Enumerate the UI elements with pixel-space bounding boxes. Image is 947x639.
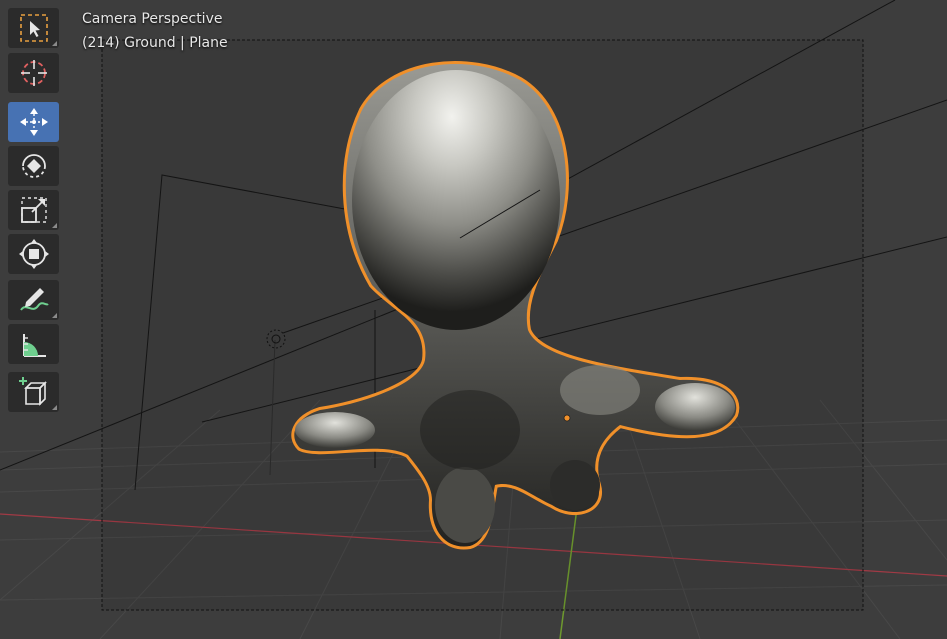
move-icon bbox=[19, 108, 48, 136]
select-box-tool[interactable] bbox=[8, 8, 59, 48]
transform-icon bbox=[18, 239, 49, 269]
annotate-icon bbox=[19, 288, 49, 311]
move-tool[interactable] bbox=[8, 102, 59, 142]
object-origin bbox=[563, 414, 571, 422]
select-box-icon bbox=[19, 14, 48, 42]
viewport-object-info: (214) Ground | Plane bbox=[82, 35, 228, 51]
annotate-tool[interactable] bbox=[8, 280, 59, 320]
cursor-tool[interactable] bbox=[8, 53, 59, 93]
cursor-icon bbox=[20, 60, 47, 86]
measure-tool[interactable] bbox=[8, 324, 59, 364]
viewport-view-mode: Camera Perspective bbox=[82, 11, 223, 27]
add-cube-tool[interactable] bbox=[8, 372, 59, 412]
scale-tool[interactable] bbox=[8, 190, 59, 230]
rotate-icon bbox=[21, 154, 46, 178]
scene-canvas[interactable] bbox=[0, 0, 947, 639]
transform-tool[interactable] bbox=[8, 234, 59, 274]
measure-icon bbox=[22, 334, 46, 357]
3d-viewport[interactable]: Camera Perspective (214) Ground | Plane bbox=[0, 0, 947, 639]
rotate-tool[interactable] bbox=[8, 146, 59, 186]
scale-icon bbox=[20, 197, 47, 223]
add-cube-icon bbox=[18, 377, 47, 406]
